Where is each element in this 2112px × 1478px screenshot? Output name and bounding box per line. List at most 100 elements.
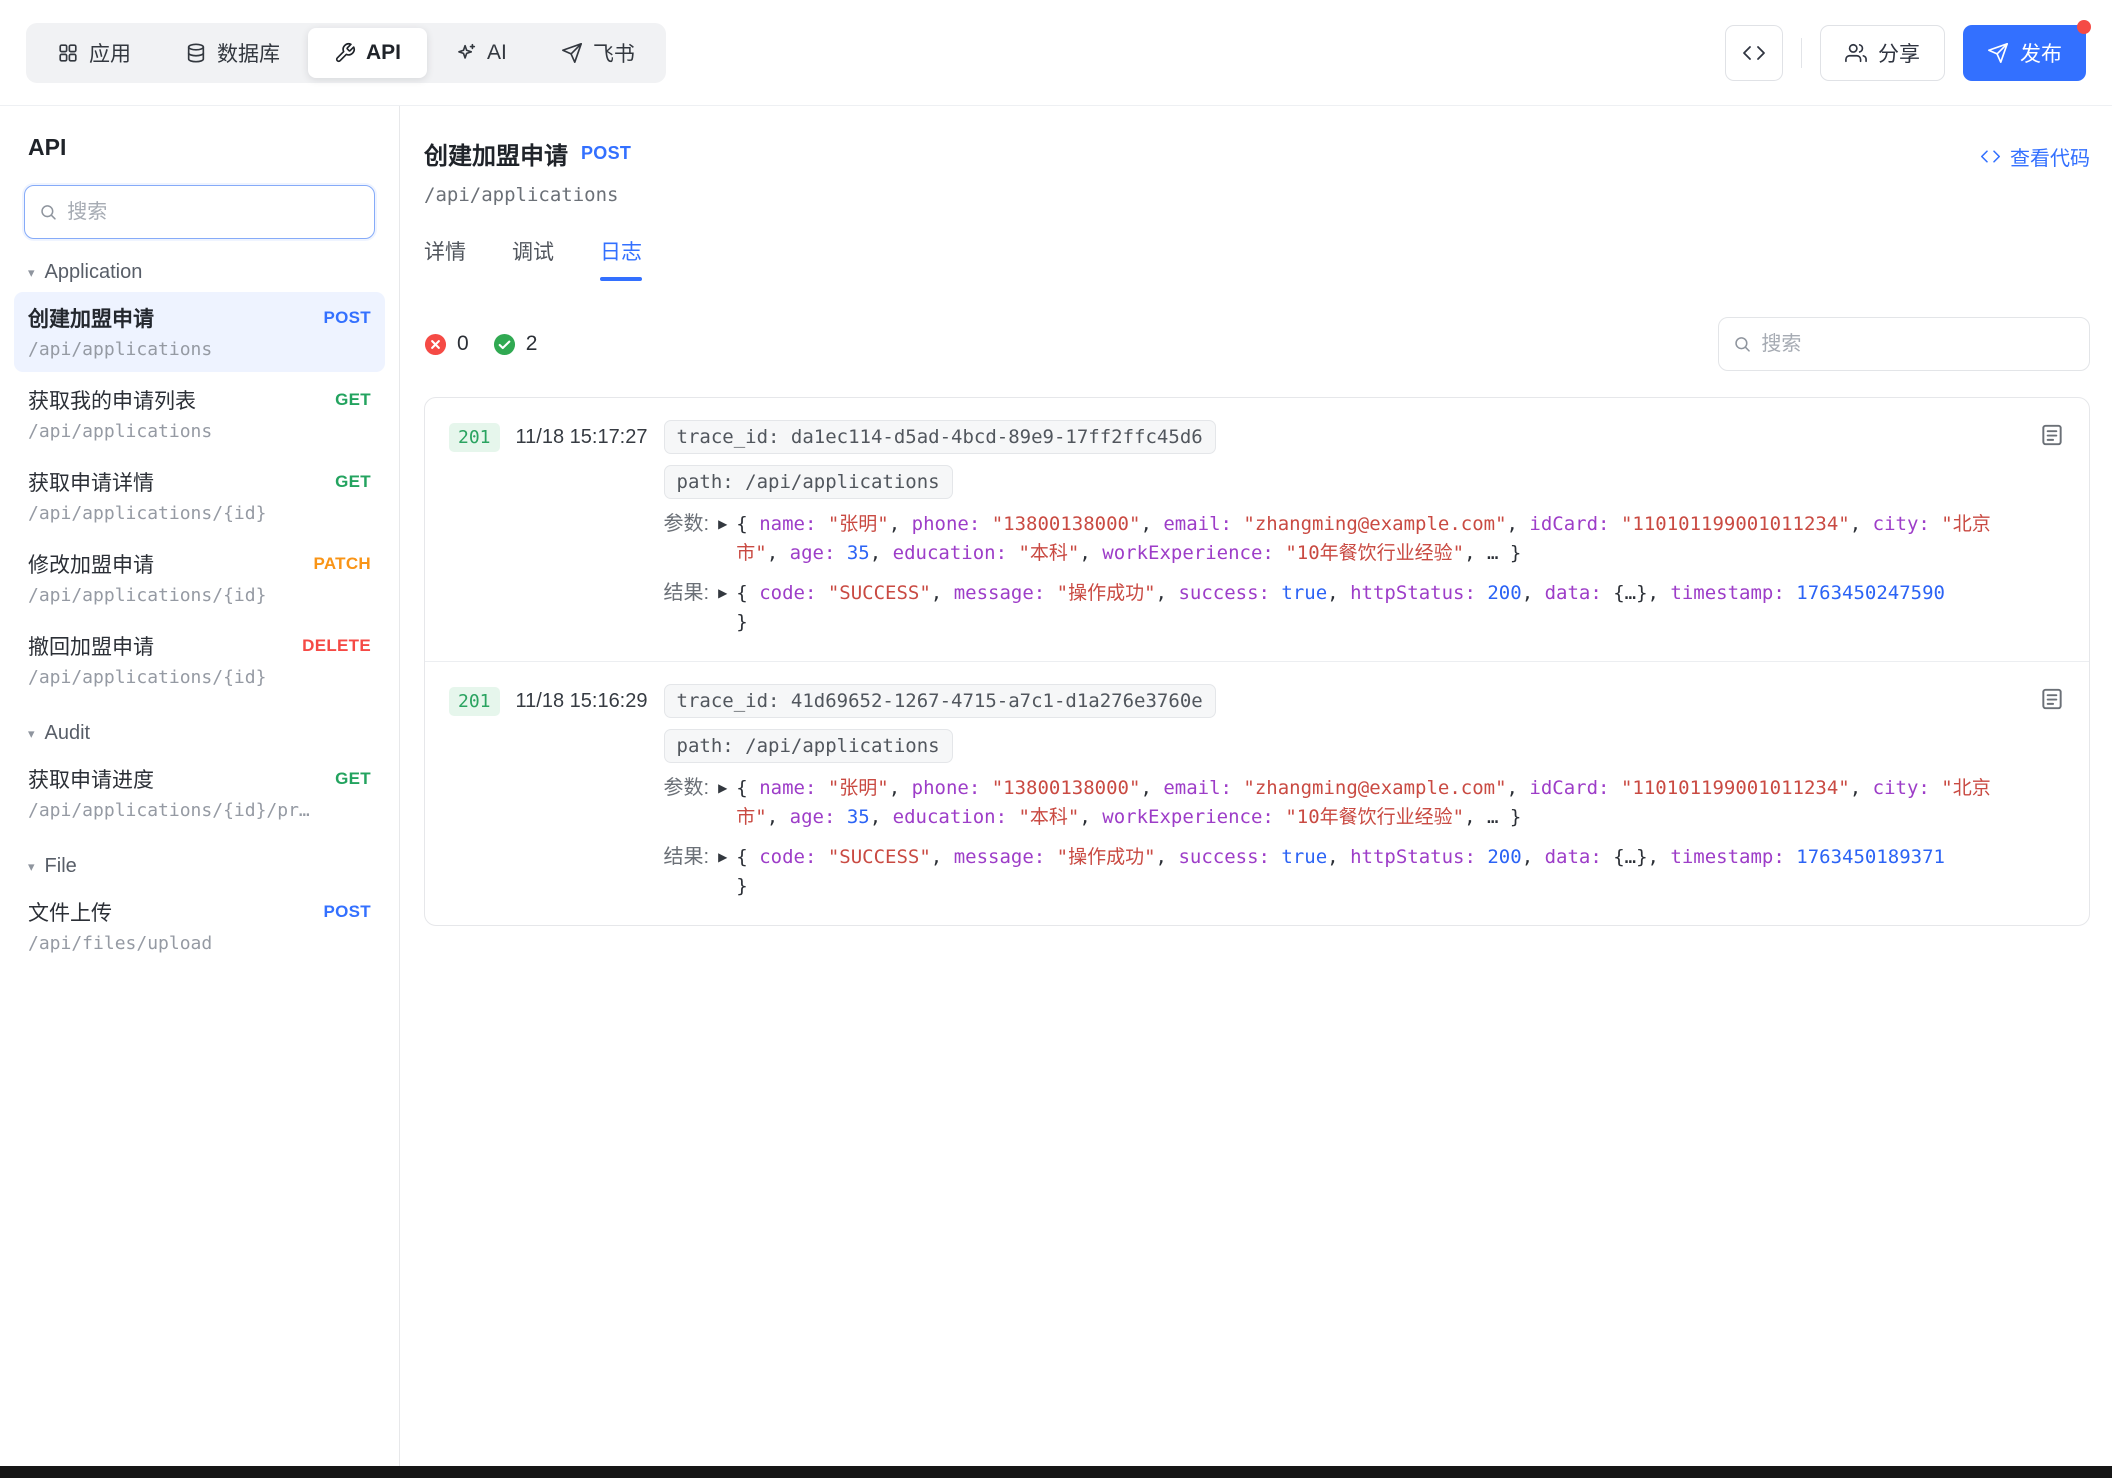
module-tab-feishu[interactable]: 飞书 [535,28,661,78]
api-item-path: /api/files/upload [28,933,213,954]
status-code-badge: 201 [449,687,500,716]
group-label: Audit [44,722,91,744]
log-detail-button[interactable] [2039,422,2065,451]
sidebar-api-item[interactable]: 获取我的申请列表 GET/api/applications [14,374,385,454]
group-label: Application [44,261,143,283]
log-entry-body: trace_id: da1ec114-d5ad-4bcd-89e9-17ff2f… [663,420,2014,637]
code-view-button[interactable] [1725,24,1783,81]
api-method-badge: POST [581,143,632,163]
status-code-badge: 201 [449,423,500,452]
log-detail-button[interactable] [2039,686,2065,715]
content-tab[interactable]: 日志 [600,236,642,281]
module-tab-label: API [366,40,402,64]
app-window: 应用 数据库 API AI 飞书 分享 发布 API 搜索 ▾ Applicat… [0,0,2112,1478]
publish-button-label: 发布 [2020,42,2062,66]
success-stat: 2 [493,332,538,356]
log-chip: path: /api/applications [663,729,953,763]
expand-icon[interactable]: ▶ [718,510,727,539]
caret-down-icon: ▾ [28,726,35,741]
sidebar-api-item[interactable]: 文件上传 POST/api/files/upload [14,886,385,966]
module-tab-api[interactable]: API [308,27,428,78]
sidebar-title: API [28,134,67,160]
sidebar-api-item[interactable]: 修改加盟申请 PATCH/api/applications/{id} [14,538,385,618]
api-item-path: /api/applications/{id} [28,585,267,606]
log-kv-row: 参数: ▶ { name: "张明", phone: "13800138000", … [664,510,2014,568]
database-icon [185,42,207,64]
expand-icon[interactable]: ▶ [718,579,727,608]
log-search-box [1718,317,2090,371]
kv-label: 结果: [663,582,710,604]
sidebar-api-item[interactable]: 获取申请详情 GET/api/applications/{id} [14,456,385,536]
content-tab[interactable]: 详情 [424,236,466,281]
topbar: 应用 数据库 API AI 飞书 分享 发布 [0,0,2112,106]
log-chip: path: /api/applications [663,465,953,499]
log-kv-row: 参数: ▶ { name: "张明", phone: "13800138000", … [664,774,2014,832]
api-tree: ▾ Application 创建加盟申请 POST/api/applications 获… [14,261,385,966]
share-button-label: 分享 [1878,42,1920,66]
kv-label: 参数: [663,777,710,799]
view-code-link[interactable]: 查看代码 [1980,142,2090,171]
api-method-badge: GET [335,390,371,409]
error-circle-icon [424,333,447,356]
api-group-file[interactable]: ▾ File [14,855,385,878]
send-icon [1987,42,2009,64]
module-tab-label: 飞书 [592,42,635,66]
success-count: 2 [525,332,538,355]
page-title: 创建加盟申请 [424,143,568,170]
sparkle-icon [455,42,477,64]
api-item-title: 获取申请进度 [28,769,154,792]
api-item-path: /api/applications/{id}/pr… [28,800,310,821]
publish-button[interactable]: 发布 [1963,24,2086,81]
log-entry: 201 11/18 15:17:27 trace_id: da1ec114-d5ad… [425,398,2089,661]
endpoint-path: /api/applications [424,184,619,206]
log-stats-row: 0 2 [424,317,2090,371]
api-method-badge: POST [323,902,371,921]
sidebar-api-item[interactable]: 创建加盟申请 POST/api/applications [14,292,385,372]
api-item-title: 创建加盟申请 [28,308,154,331]
log-timestamp: 11/18 15:16:29 [515,690,648,712]
notification-dot [2077,19,2091,34]
error-stat: 0 [424,332,469,356]
caret-down-icon: ▾ [28,859,35,874]
expand-icon[interactable]: ▶ [718,843,727,872]
caret-down-icon: ▾ [28,265,35,280]
share-button[interactable]: 分享 [1820,24,1945,81]
expand-icon[interactable]: ▶ [718,774,727,803]
search-icon [1733,334,1751,354]
api-header: 创建加盟申请 POST /api/applications 查看代码 [424,136,2090,206]
view-code-label: 查看代码 [2010,148,2090,170]
toolbar-divider [1801,37,1802,68]
api-group-application[interactable]: ▾ Application [14,261,385,284]
sidebar-api-item[interactable]: 获取申请进度 GET/api/applications/{id}/pr… [14,753,385,833]
api-method-badge: GET [335,769,371,788]
topbar-actions: 分享 发布 [1725,19,2091,81]
error-count: 0 [457,332,469,355]
log-kv-row: 结果: ▶ { code: "SUCCESS", message: "操作成功", … [664,579,2014,637]
log-json: { code: "SUCCESS", message: "操作成功", succ… [736,846,1945,897]
log-json: { name: "张明", phone: "13800138000", emai… [736,513,1991,564]
content-tabs: 详情 调试 日志 [424,236,2090,281]
log-entry: 201 11/18 15:16:29 trace_id: 41d69652-1267… [425,661,2089,925]
sidebar-search-input[interactable] [67,200,360,224]
api-item-title: 获取我的申请列表 [28,390,196,413]
log-list: 201 11/18 15:17:27 trace_id: da1ec114-d5ad… [424,397,2090,926]
module-tab-database[interactable]: 数据库 [159,28,306,78]
send-icon [561,42,583,64]
module-tab-label: 数据库 [217,42,280,66]
success-circle-icon [493,333,516,356]
bottom-strip [0,1466,2112,1478]
log-search-input[interactable] [1761,332,2075,356]
content-tab[interactable]: 调试 [512,236,554,281]
users-icon [1845,42,1867,64]
api-method-badge: POST [323,308,371,327]
body: API ▾ Application 创建加盟申请 POST/api/applicati… [0,106,2112,1466]
api-group-audit[interactable]: ▾ Audit [14,722,385,745]
group-label: File [44,855,77,877]
sidebar-search-box [24,185,375,239]
sidebar-api-item[interactable]: 撤回加盟申请 DELETE/api/applications/{id} [14,620,385,700]
module-tab-ai[interactable]: AI [429,28,533,78]
api-item-path: /api/applications/{id} [28,503,267,524]
module-tab-apps[interactable]: 应用 [31,28,157,78]
log-json: { code: "SUCCESS", message: "操作成功", succ… [736,582,1945,633]
module-tab-label: 应用 [89,42,131,66]
